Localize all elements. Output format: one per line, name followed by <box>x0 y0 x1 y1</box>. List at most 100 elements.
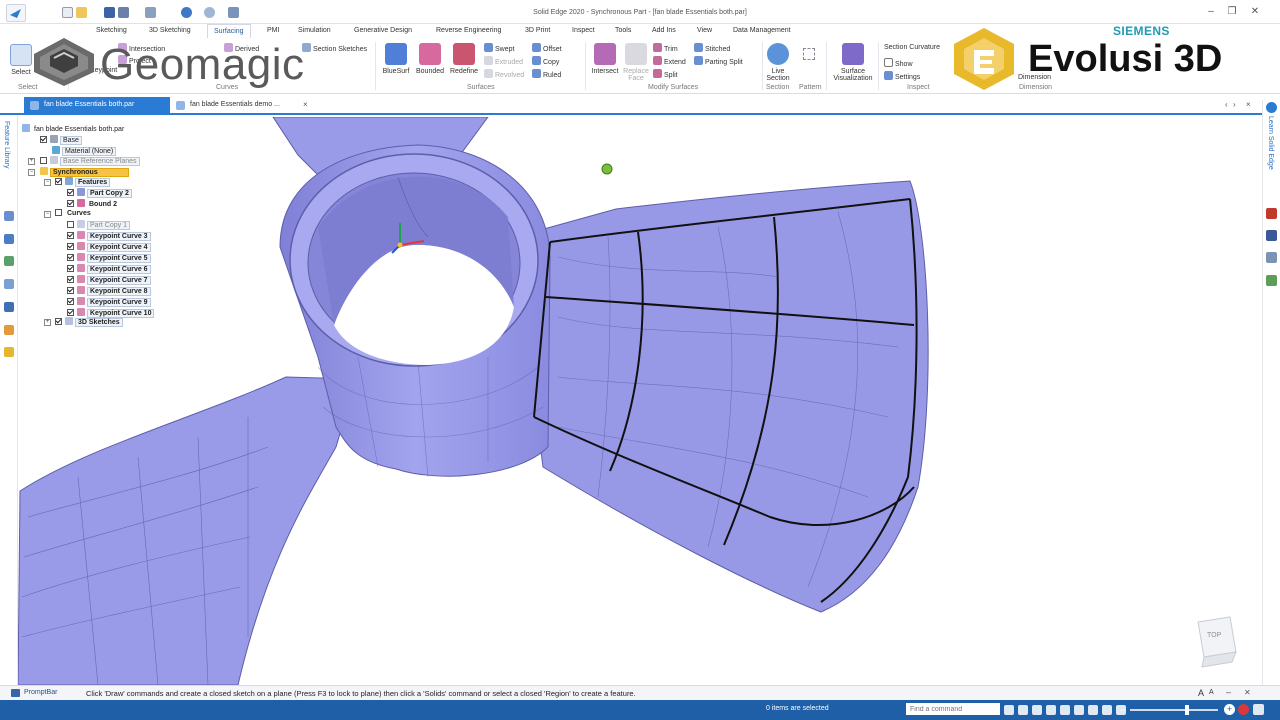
offset-button[interactable]: Offset <box>532 43 562 53</box>
tab-3d-print[interactable]: 3D Print <box>525 27 550 34</box>
tree-synchronous[interactable]: Synchronous <box>40 167 129 177</box>
keypoint-curve-checkbox[interactable] <box>67 254 74 261</box>
zoom-icon[interactable] <box>1032 705 1042 715</box>
tab-pmi[interactable]: PMI <box>267 27 279 34</box>
settings-button[interactable]: Settings <box>884 71 920 81</box>
ruled-button[interactable]: Ruled <box>532 69 561 79</box>
pan-icon[interactable] <box>1060 705 1070 715</box>
tree-curves[interactable]: Curves <box>55 209 93 219</box>
stitched-button[interactable]: Stitched <box>694 43 730 53</box>
parting-split-button[interactable]: Parting Split <box>694 56 743 66</box>
keypoint-curve-checkbox[interactable] <box>67 232 74 239</box>
properties-icon[interactable] <box>4 325 14 335</box>
tab-data-management[interactable]: Data Management <box>733 27 791 34</box>
expand-base-planes[interactable]: + <box>28 158 35 165</box>
bounded-button[interactable]: Bounded <box>414 43 446 75</box>
keypoint-curve-checkbox[interactable] <box>67 243 74 250</box>
tab-scroll-left-icon[interactable]: ‹ <box>1225 100 1228 109</box>
split-button[interactable]: Split <box>653 69 678 79</box>
tree-bound-2[interactable]: Bound 2 <box>67 199 119 209</box>
extruded-button[interactable]: Extruded <box>484 56 523 66</box>
keypoint-curve-checkbox[interactable] <box>67 265 74 272</box>
help-icon[interactable] <box>1266 102 1277 113</box>
swept-button[interactable]: Swept <box>484 43 514 53</box>
section-curvature-button[interactable]: Section Curvature <box>884 44 940 51</box>
3d-viewport[interactable]: TOP <box>18 117 1262 685</box>
views-icon[interactable] <box>1102 705 1112 715</box>
tree-features[interactable]: Features <box>55 177 111 187</box>
doc-tab-fan-blade-both[interactable]: fan blade Essentials both.par <box>24 97 170 114</box>
tab-sketching[interactable]: Sketching <box>96 27 127 34</box>
zoom-area-icon[interactable] <box>1018 705 1028 715</box>
copy-button[interactable]: Copy <box>532 56 559 66</box>
revolved-button[interactable]: Revolved <box>484 69 524 79</box>
view-cube[interactable]: TOP <box>1197 616 1237 668</box>
restore-button[interactable]: ❐ <box>1225 6 1239 18</box>
3d-sketches-checkbox[interactable] <box>55 318 62 325</box>
intersect-button[interactable]: Intersect <box>589 43 621 75</box>
features-checkbox[interactable] <box>55 178 62 185</box>
zoom-out-icon[interactable]: − <box>1120 705 1125 715</box>
keypoint-curve-checkbox[interactable] <box>67 276 74 283</box>
show-checkbox[interactable]: Show <box>884 58 913 68</box>
find-command-input[interactable] <box>906 703 1000 715</box>
tab-add-ins[interactable]: Add Ins <box>652 27 676 34</box>
tree-base-reference-planes[interactable]: Base Reference Planes <box>40 156 140 166</box>
learn-solid-edge-label[interactable]: Learn Solid Edge <box>1267 116 1274 170</box>
tree-keypoint-curve-3[interactable]: Keypoint Curve 3 <box>67 231 151 241</box>
font-size-small-icon[interactable]: A <box>1209 689 1214 696</box>
tab-tools[interactable]: Tools <box>615 27 631 34</box>
youtube-icon[interactable] <box>1266 208 1277 219</box>
tab-generative-design[interactable]: Generative Design <box>354 27 412 34</box>
section-sketches-button[interactable]: Section Sketches <box>302 43 367 53</box>
font-size-icon[interactable]: A <box>1198 688 1204 698</box>
tree-root[interactable]: fan blade Essentials both.par <box>22 124 126 134</box>
tab-3d-sketching[interactable]: 3D Sketching <box>149 27 191 34</box>
tab-scroll-right-icon[interactable]: › <box>1233 100 1236 109</box>
tab-view[interactable]: View <box>697 27 712 34</box>
replace-face-button[interactable]: Replace Face <box>622 43 650 82</box>
command-finder-arrow-icon[interactable] <box>1004 705 1014 715</box>
library-icon[interactable] <box>1266 275 1277 286</box>
tab-reverse-engineering[interactable]: Reverse Engineering <box>436 27 501 34</box>
close-tab-icon[interactable]: × <box>303 100 308 109</box>
collapse-curves[interactable]: − <box>44 211 51 218</box>
bluesurf-button[interactable]: BlueSurf <box>381 43 411 75</box>
fan-blade-model[interactable]: TOP <box>18 117 1262 685</box>
zoom-in-icon[interactable]: + <box>1224 704 1235 715</box>
tree-keypoint-curve-8[interactable]: Keypoint Curve 8 <box>67 286 151 296</box>
key-icon[interactable] <box>4 347 14 357</box>
stop-icon[interactable] <box>1238 704 1249 715</box>
tab-inspect[interactable]: Inspect <box>572 27 595 34</box>
tree-material[interactable]: Material (None) <box>52 146 117 156</box>
close-button[interactable]: ✕ <box>1248 6 1262 18</box>
parts-library-icon[interactable] <box>4 234 14 244</box>
zoom-slider-thumb[interactable] <box>1185 705 1189 715</box>
tree-keypoint-curve-4[interactable]: Keypoint Curve 4 <box>67 242 151 252</box>
promptbar-label[interactable]: PromptBar <box>24 689 57 696</box>
sensors-icon[interactable] <box>4 256 14 266</box>
promptbar-minimize-icon[interactable]: – <box>1226 687 1231 697</box>
variables-icon[interactable] <box>4 279 14 289</box>
tree-3d-sketches[interactable]: 3D Sketches <box>55 317 123 327</box>
collapse-features[interactable]: − <box>44 179 51 186</box>
keypoint-curve-checkbox[interactable] <box>67 298 74 305</box>
surface-visualization-button[interactable]: Surface Visualization <box>830 43 876 82</box>
extend-button[interactable]: Extend <box>653 56 686 66</box>
tree-keypoint-curve-5[interactable]: Keypoint Curve 5 <box>67 253 151 263</box>
rotate-icon[interactable] <box>1074 705 1084 715</box>
status-options-icon[interactable] <box>1253 704 1264 715</box>
expand-3d-sketches[interactable]: + <box>44 319 51 326</box>
tab-surfacing[interactable]: Surfacing <box>207 24 251 38</box>
tab-simulation[interactable]: Simulation <box>298 27 331 34</box>
feature-library-label[interactable]: Feature Library <box>3 121 10 168</box>
keypoint-curve-checkbox[interactable] <box>67 309 74 316</box>
bound-2-checkbox[interactable] <box>67 200 74 207</box>
facebook-icon[interactable] <box>1266 230 1277 241</box>
tree-base[interactable]: Base <box>40 135 82 145</box>
curves-checkbox[interactable] <box>55 209 62 216</box>
pattern-icon[interactable] <box>803 48 815 60</box>
part-copy-1-checkbox[interactable] <box>67 221 74 228</box>
live-section-button[interactable]: Live Section <box>764 43 792 82</box>
reports-icon[interactable] <box>4 302 14 312</box>
